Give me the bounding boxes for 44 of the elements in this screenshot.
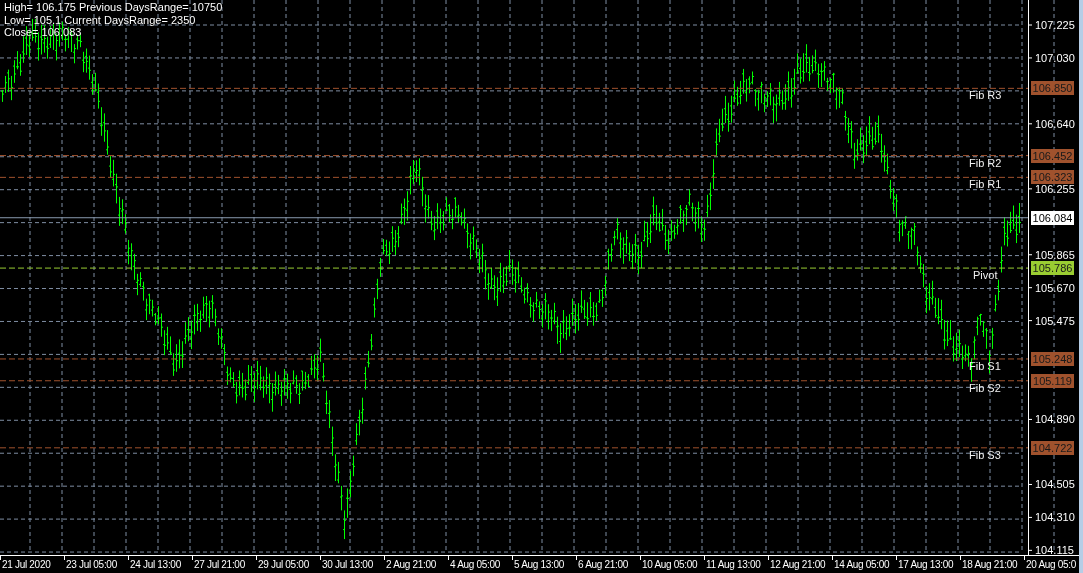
price-tag: 104.722 <box>1031 440 1074 455</box>
level-label: Fib R2 <box>969 156 1002 170</box>
level-label: Fib R1 <box>969 178 1002 192</box>
price-axis-label: 104.115 <box>1035 543 1074 558</box>
time-axis-label: 18 Aug 21:00 <box>962 558 1018 572</box>
price-tag: 105.248 <box>1031 351 1074 366</box>
price-tag: 106.850 <box>1031 81 1074 96</box>
time-axis-label: 11 Aug 13:00 <box>706 558 761 572</box>
time-axis-label: 4 Aug 05:00 <box>450 558 501 572</box>
time-axis-label: 20 Aug 05:0 <box>1026 558 1077 572</box>
level-label: Fib R3 <box>969 89 1002 103</box>
price-axis-label: 105.475 <box>1035 313 1075 328</box>
time-axis-label: 17 Aug 13:00 <box>898 558 954 572</box>
price-tag: 105.786 <box>1031 261 1074 276</box>
time-axis-label: 2 Aug 21:00 <box>386 558 437 572</box>
price-axis-label: 106.640 <box>1035 116 1075 131</box>
time-axis-label: 27 Jul 21:00 <box>194 558 245 572</box>
level-label: Fib S2 <box>969 381 1001 395</box>
time-axis-label: 6 Aug 21:00 <box>578 558 629 572</box>
info-text: Low= 105.1 Current DaysRange= 2350 <box>4 13 197 26</box>
time-axis-label: 24 Jul 13:00 <box>130 558 181 572</box>
time-axis-label: 14 Aug 05:00 <box>834 558 890 572</box>
price-tag: 106.452 <box>1031 148 1074 163</box>
info-text: High= 106.175 Previous DaysRange= 10750 <box>4 1 223 14</box>
price-tag: 105.119 <box>1031 373 1074 388</box>
price-axis-label: 105.865 <box>1035 247 1075 262</box>
price-axis-label: 107.225 <box>1035 18 1075 32</box>
time-axis-label: 12 Aug 21:00 <box>770 558 826 572</box>
price-axis-label: 107.030 <box>1035 50 1075 65</box>
price-axis-label: 105.670 <box>1035 280 1075 295</box>
scroll-bar[interactable] <box>1079 0 1083 573</box>
price-axis-label: 104.505 <box>1035 477 1075 492</box>
time-axis-label: 29 Jul 05:00 <box>258 558 309 572</box>
price-axis-label: 104.890 <box>1035 412 1075 427</box>
level-label: Pivot <box>973 269 998 283</box>
time-axis-label: 23 Jul 05:00 <box>66 558 117 572</box>
price-tag: 106.323 <box>1031 170 1074 185</box>
price-axis-label: 104.310 <box>1035 510 1075 525</box>
time-axis-label: 10 Aug 05:00 <box>642 558 698 572</box>
time-axis-label: 30 Jul 13:00 <box>322 558 373 572</box>
level-label: Fib S3 <box>969 448 1001 462</box>
time-axis-label: 21 Jul 2020 <box>2 558 51 572</box>
current-price-tag: 106.084 <box>1031 210 1074 225</box>
time-axis-label: 5 Aug 13:00 <box>514 558 565 572</box>
